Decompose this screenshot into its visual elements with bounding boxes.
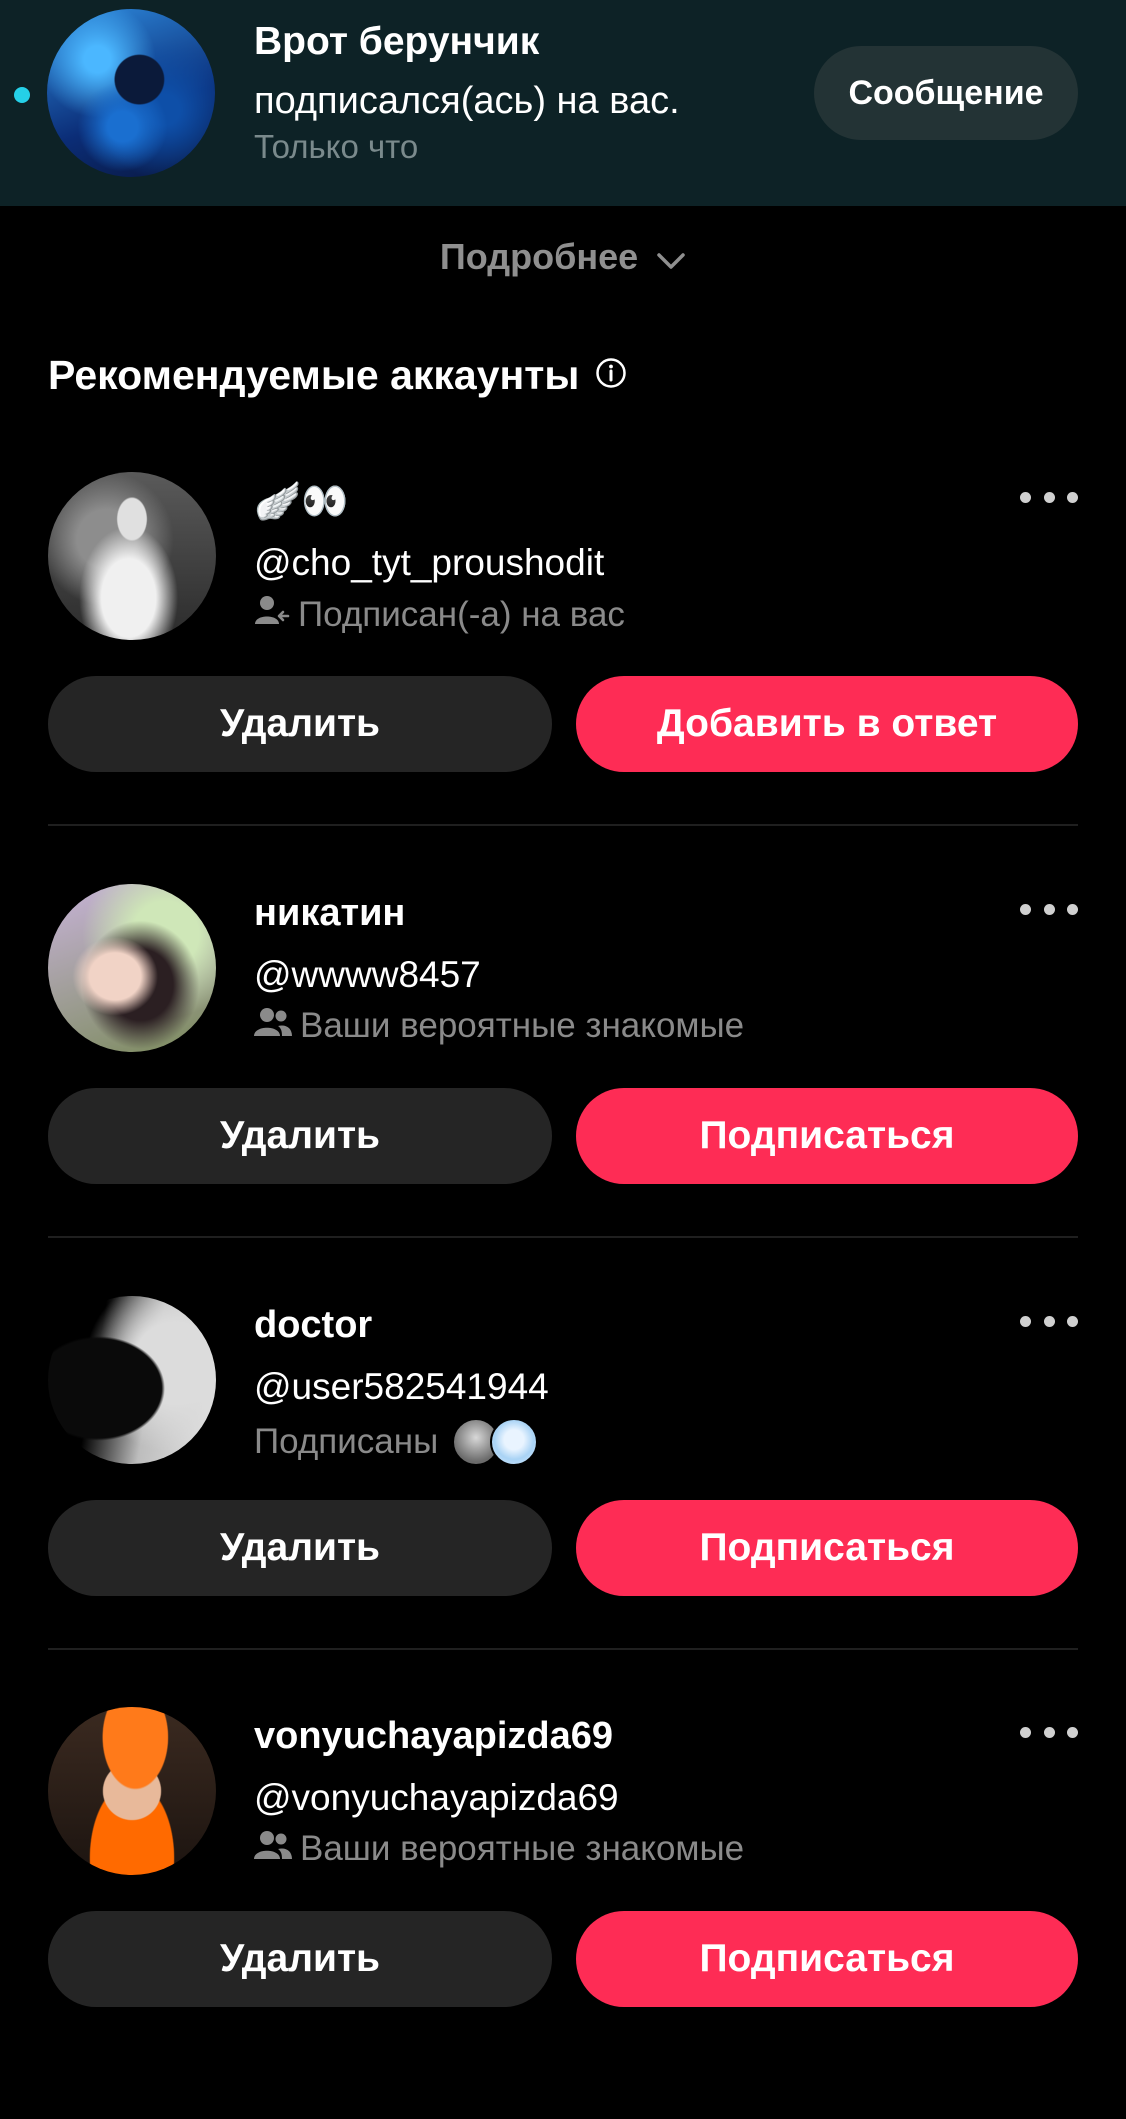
reason-text: Подписан(-а) на вас: [298, 594, 625, 634]
avatar[interactable]: [47, 9, 215, 177]
account-handle[interactable]: @vonyuchayapizda69: [254, 1777, 619, 1819]
divider: [48, 1236, 1078, 1238]
more-options-icon[interactable]: [1020, 1717, 1078, 1747]
notification-text: подписался(ась) на вас.: [254, 80, 680, 122]
more-toggle[interactable]: Подробнее: [0, 236, 1126, 280]
more-options-icon[interactable]: [1020, 482, 1078, 512]
users-icon: [254, 1829, 292, 1869]
reason-text: Подписаны: [254, 1422, 439, 1461]
remove-button[interactable]: Удалить: [48, 1500, 552, 1596]
avatar: [490, 1418, 539, 1466]
more-label: Подробнее: [439, 236, 639, 277]
notification-time: Только что: [254, 128, 419, 165]
account-reason: Подписан(-а) на вас: [254, 594, 625, 635]
account-name[interactable]: vonyuchayapizda69: [254, 1715, 613, 1758]
suggested-account-card[interactable]: doctor @user582541944 Подписаны Удалить …: [0, 1296, 1126, 1708]
unread-indicator: [14, 87, 30, 103]
divider: [48, 1648, 1078, 1650]
suggested-account-card[interactable]: 🪽👀 @cho_tyt_proushodit Подписан(-а) на в…: [0, 472, 1126, 884]
chevron-down-icon: [656, 238, 686, 280]
message-button[interactable]: Сообщение: [814, 46, 1078, 140]
avatar[interactable]: [48, 1296, 216, 1464]
avatar[interactable]: [48, 884, 216, 1052]
section-title-text: Рекомендуемые аккаунты: [48, 352, 580, 398]
user-follow-icon: [254, 594, 290, 635]
section-title: Рекомендуемые аккаунты: [48, 352, 627, 399]
suggested-account-card[interactable]: vonyuchayapizda69 @vonyuchayapizda69 Ваш…: [0, 1707, 1126, 2119]
account-name[interactable]: doctor: [254, 1304, 372, 1347]
account-handle[interactable]: @user582541944: [254, 1366, 549, 1408]
account-handle[interactable]: @wwww8457: [254, 954, 481, 996]
account-reason: Ваши вероятные знакомые: [254, 1829, 744, 1869]
more-options-icon[interactable]: [1020, 894, 1078, 924]
follow-notification[interactable]: Врот берунчик подписался(ась) на вас. То…: [0, 0, 1126, 206]
suggested-account-card[interactable]: никатин @wwww8457 Ваши вероятные знакомы…: [0, 884, 1126, 1296]
notification-username[interactable]: Врот берунчик: [254, 20, 539, 64]
avatar[interactable]: [48, 472, 216, 640]
account-name[interactable]: 🪽👀: [254, 480, 349, 524]
account-reason: Ваши вероятные знакомые: [254, 1006, 744, 1046]
more-options-icon[interactable]: [1020, 1306, 1078, 1336]
remove-button[interactable]: Удалить: [48, 1088, 552, 1184]
account-name[interactable]: никатин: [254, 892, 405, 935]
divider: [48, 824, 1078, 826]
reason-text: Ваши вероятные знакомые: [300, 1006, 745, 1045]
account-reason: Подписаны: [254, 1418, 539, 1466]
remove-button[interactable]: Удалить: [48, 676, 552, 772]
mutual-avatars: [452, 1418, 539, 1466]
follow-button[interactable]: Подписаться: [576, 1088, 1078, 1184]
account-handle[interactable]: @cho_tyt_proushodit: [254, 542, 604, 584]
reason-text: Ваши вероятные знакомые: [300, 1829, 745, 1868]
follow-button[interactable]: Подписаться: [576, 1500, 1078, 1596]
info-icon[interactable]: [595, 352, 627, 399]
follow-back-button[interactable]: Добавить в ответ: [576, 676, 1078, 772]
follow-button[interactable]: Подписаться: [576, 1911, 1078, 2007]
remove-button[interactable]: Удалить: [48, 1911, 552, 2007]
users-icon: [254, 1006, 292, 1046]
avatar[interactable]: [48, 1707, 216, 1875]
